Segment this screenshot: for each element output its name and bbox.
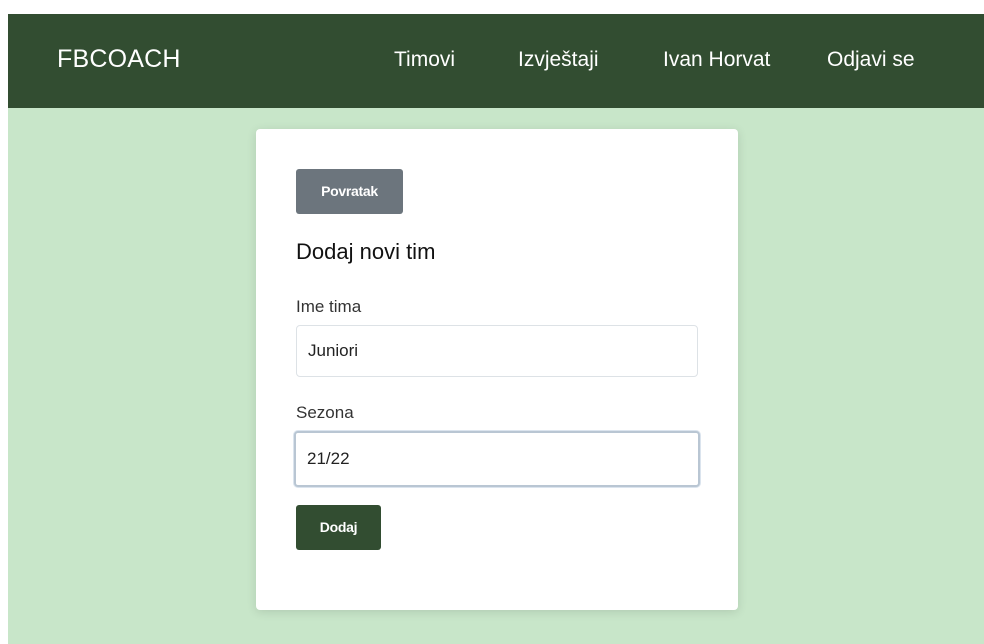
team-name-input[interactable] bbox=[296, 325, 698, 377]
add-team-button[interactable]: Dodaj bbox=[296, 505, 381, 550]
page-background: FBCOACH Timovi Izvještaji Ivan Horvat Od… bbox=[8, 14, 984, 644]
team-name-label: Ime tima bbox=[296, 297, 362, 316]
season-input[interactable] bbox=[294, 431, 700, 487]
nav-link-user-profile[interactable]: Ivan Horvat bbox=[663, 47, 770, 73]
nav-link-logout[interactable]: Odjavi se bbox=[827, 47, 915, 73]
navbar: FBCOACH Timovi Izvještaji Ivan Horvat Od… bbox=[8, 14, 984, 108]
nav-link-teams[interactable]: Timovi bbox=[394, 47, 455, 73]
add-team-card: Povratak Dodaj novi tim Ime tima Sezona … bbox=[256, 129, 738, 610]
brand-logo[interactable]: FBCOACH bbox=[57, 44, 181, 74]
back-button[interactable]: Povratak bbox=[296, 169, 403, 214]
form-title: Dodaj novi tim bbox=[296, 239, 436, 264]
season-label: Sezona bbox=[296, 403, 354, 422]
nav-link-reports[interactable]: Izvještaji bbox=[518, 47, 599, 73]
